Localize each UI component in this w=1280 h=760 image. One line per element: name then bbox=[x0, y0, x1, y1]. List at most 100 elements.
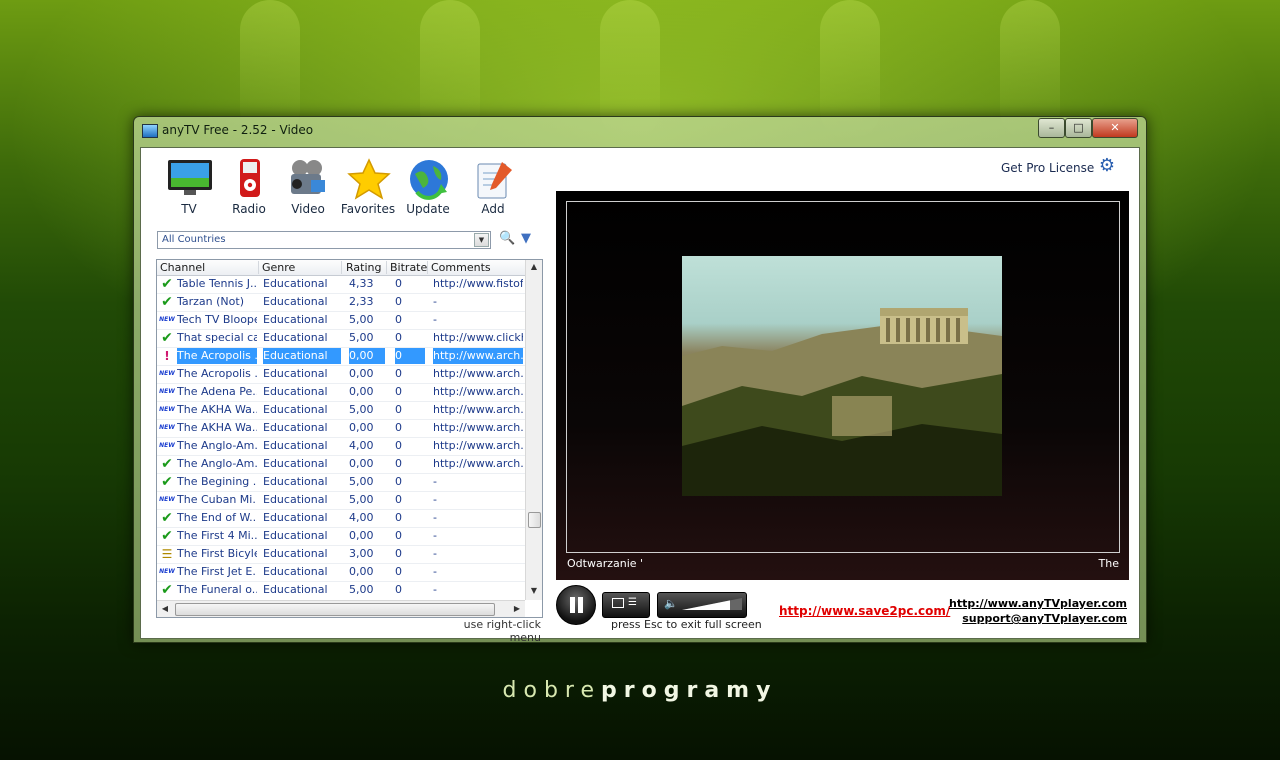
volume-slider[interactable] bbox=[682, 598, 742, 610]
cell-genre: Educational bbox=[263, 529, 328, 542]
table-row[interactable]: NEW The Cuban Mi... Educational 5,00 0 - bbox=[157, 492, 525, 510]
table-row[interactable]: ✔ That special car Educational 5,00 0 http://… bbox=[157, 330, 525, 348]
scroll-up-icon[interactable]: ▲ bbox=[526, 262, 542, 271]
cell-comments: - bbox=[433, 313, 437, 326]
cell-bitrate: 0 bbox=[395, 331, 402, 344]
cell-genre: Educational bbox=[263, 547, 328, 560]
cell-bitrate: 0 bbox=[395, 439, 402, 452]
toolbar-update-button[interactable]: Update bbox=[400, 158, 456, 216]
table-row[interactable]: NEW The First Jet E... Educational 0,00 0 - bbox=[157, 564, 525, 582]
video-image bbox=[682, 256, 1002, 496]
pro-license-icon[interactable]: ⚙ bbox=[1095, 154, 1119, 178]
toolbar-tv-button[interactable]: TV bbox=[161, 158, 217, 216]
cell-channel: The First Bicyles bbox=[177, 547, 257, 560]
scroll-down-icon[interactable]: ▼ bbox=[526, 586, 542, 595]
cell-channel: The Anglo-Am... bbox=[177, 439, 257, 452]
table-row[interactable]: NEW The AKHA Wa... Educational 0,00 0 http://… bbox=[157, 420, 525, 438]
column-header-bitrate[interactable]: Bitrate bbox=[387, 261, 428, 274]
close-button[interactable]: ✕ bbox=[1092, 118, 1138, 138]
table-row[interactable]: NEW Tech TV Blooper Educational 5,00 0 - bbox=[157, 312, 525, 330]
save2pc-link[interactable]: http://www.save2pc.com/ bbox=[779, 604, 950, 618]
toolbar-label: Radio bbox=[232, 202, 266, 216]
table-row[interactable]: ✔ The End of W... Educational 4,00 0 - bbox=[157, 510, 525, 528]
column-header-rating[interactable]: Rating bbox=[343, 261, 387, 274]
table-row[interactable]: ☰ The First Bicyles Educational 3,00 0 - bbox=[157, 546, 525, 564]
table-row[interactable]: ✔ The First 4 Mi... Educational 0,00 0 - bbox=[157, 528, 525, 546]
table-row[interactable]: ! The Acropolis ... Educational 0,00 0 http:/… bbox=[157, 348, 525, 366]
table-row[interactable]: NEW The Adena Pe... Educational 0,00 0 http:/… bbox=[157, 384, 525, 402]
vertical-scrollbar[interactable]: ▲ ▼ bbox=[525, 260, 542, 600]
video-camera-icon bbox=[290, 158, 328, 196]
cell-comments: http://www.fistof... bbox=[433, 277, 523, 290]
filter-icon[interactable]: ▼ bbox=[518, 231, 534, 247]
cell-channel: The Begining ... bbox=[177, 475, 257, 488]
view-mode-button[interactable]: ☰ bbox=[602, 592, 650, 618]
column-header-comments[interactable]: Comments bbox=[428, 261, 524, 274]
cell-channel: The Acropolis ... bbox=[177, 348, 257, 364]
table-body: ✔ Table Tennis J... Educational 4,33 0 http:/… bbox=[157, 276, 525, 599]
cell-channel: The End of W... bbox=[177, 511, 257, 524]
cell-rating: 3,00 bbox=[349, 547, 374, 560]
cell-channel: Tech TV Blooper bbox=[177, 313, 257, 326]
table-row[interactable]: ✔ Table Tennis J... Educational 4,33 0 http:/… bbox=[157, 276, 525, 294]
support-email-link[interactable]: support@anyTVplayer.com bbox=[962, 612, 1127, 625]
cell-channel: The First Jet E... bbox=[177, 565, 257, 578]
table-row[interactable]: ✔ Tarzan (Not) Educational 2,33 0 - bbox=[157, 294, 525, 312]
scroll-left-icon[interactable]: ◀ bbox=[157, 604, 173, 613]
cell-comments: - bbox=[433, 583, 437, 596]
scroll-right-icon[interactable]: ▶ bbox=[509, 604, 525, 613]
vertical-scroll-thumb[interactable] bbox=[528, 512, 541, 528]
cell-comments: http://www.arch... bbox=[433, 348, 523, 364]
cell-genre: Educational bbox=[263, 385, 328, 398]
table-row[interactable]: ✔ The Begining ... Educational 5,00 0 - bbox=[157, 474, 525, 492]
video-panel[interactable]: Odtwarzanie ' The bbox=[556, 191, 1129, 580]
website-link[interactable]: http://www.anyTVplayer.com bbox=[949, 597, 1127, 610]
table-row[interactable]: NEW The Anglo-Am... Educational 4,00 0 http:/… bbox=[157, 438, 525, 456]
cell-comments: - bbox=[433, 475, 437, 488]
get-pro-license-link[interactable]: Get Pro License bbox=[1001, 161, 1094, 175]
app-window: anyTV Free - 2.52 - Video – □ ✕ TV Radio… bbox=[133, 116, 1147, 644]
toolbar-label: TV bbox=[181, 202, 197, 216]
cell-bitrate: 0 bbox=[395, 529, 402, 542]
table-row[interactable]: NEW The AKHA Wa... Educational 5,00 0 http://… bbox=[157, 402, 525, 420]
client-area: TV Radio Video Favorites Update Add All … bbox=[140, 147, 1140, 644]
table-row[interactable]: ✔ The Funeral o... Educational 5,00 0 - bbox=[157, 582, 525, 599]
cell-comments: http://www.arch... bbox=[433, 439, 523, 452]
cell-channel: The Acropolis ... bbox=[177, 367, 257, 380]
cell-channel: That special car bbox=[177, 331, 257, 344]
cell-bitrate: 0 bbox=[395, 403, 402, 416]
cell-genre: Educational bbox=[263, 493, 328, 506]
checkmark-icon: ✔ bbox=[161, 474, 173, 490]
column-header-channel[interactable]: Channel bbox=[157, 261, 259, 274]
cell-genre: Educational bbox=[263, 457, 328, 470]
cell-genre: Educational bbox=[263, 475, 328, 488]
cell-rating: 4,00 bbox=[349, 511, 374, 524]
title-bar[interactable]: anyTV Free - 2.52 - Video – □ ✕ bbox=[134, 117, 1146, 145]
new-badge-icon: NEW bbox=[159, 406, 175, 413]
table-row[interactable]: NEW The Acropolis ... Educational 0,00 0 http… bbox=[157, 366, 525, 384]
cell-rating: 0,00 bbox=[349, 421, 374, 434]
country-filter-select[interactable]: All Countries ▼ bbox=[157, 231, 491, 249]
cell-genre: Educational bbox=[263, 565, 328, 578]
chevron-down-icon[interactable]: ▼ bbox=[474, 233, 489, 247]
radio-icon bbox=[231, 158, 269, 197]
search-icon[interactable]: 🔍 bbox=[499, 231, 515, 247]
horizontal-scroll-thumb[interactable] bbox=[175, 603, 495, 616]
toolbar-video-button[interactable]: Video bbox=[280, 158, 336, 216]
new-badge-icon: NEW bbox=[159, 388, 175, 395]
toolbar-favorites-button[interactable]: Favorites bbox=[340, 158, 396, 216]
minimize-button[interactable]: – bbox=[1038, 118, 1065, 138]
maximize-button[interactable]: □ bbox=[1065, 118, 1092, 138]
toolbar-add-button[interactable]: Add bbox=[465, 158, 521, 216]
pause-button[interactable] bbox=[556, 585, 596, 625]
toolbar-radio-button[interactable]: Radio bbox=[221, 158, 277, 216]
cell-bitrate: 0 bbox=[395, 313, 402, 326]
volume-control[interactable]: 🔈 bbox=[657, 592, 747, 618]
new-badge-icon: NEW bbox=[159, 496, 175, 503]
cell-bitrate: 0 bbox=[395, 457, 402, 470]
checkmark-icon: ✔ bbox=[161, 276, 173, 292]
cell-comments: - bbox=[433, 565, 437, 578]
column-header-genre[interactable]: Genre bbox=[259, 261, 342, 274]
horizontal-scrollbar[interactable]: ◀ ▶ bbox=[157, 600, 525, 617]
table-row[interactable]: ✔ The Anglo-Am... Educational 0,00 0 http://w… bbox=[157, 456, 525, 474]
